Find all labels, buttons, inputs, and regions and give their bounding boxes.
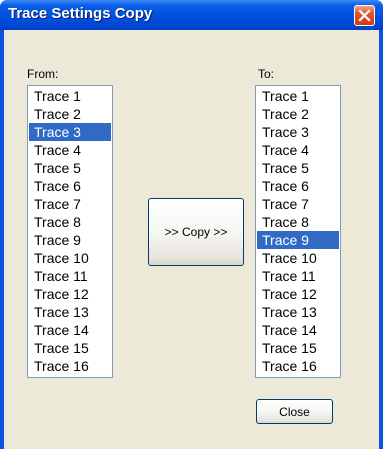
close-button[interactable]: Close xyxy=(256,399,333,424)
close-window-button[interactable] xyxy=(354,5,375,26)
from-label: From: xyxy=(27,67,59,81)
list-item[interactable]: Trace 9 xyxy=(29,231,111,249)
list-item[interactable]: Trace 7 xyxy=(29,195,111,213)
list-item[interactable]: Trace 10 xyxy=(257,249,339,267)
list-item[interactable]: Trace 13 xyxy=(29,303,111,321)
window-title: Trace Settings Copy xyxy=(8,5,153,22)
title-bar[interactable]: Trace Settings Copy xyxy=(0,0,383,30)
list-item[interactable]: Trace 6 xyxy=(257,177,339,195)
list-item[interactable]: Trace 1 xyxy=(257,87,339,105)
list-item[interactable]: Trace 5 xyxy=(257,159,339,177)
list-item[interactable]: Trace 8 xyxy=(29,213,111,231)
list-item[interactable]: Trace 12 xyxy=(29,285,111,303)
list-item[interactable]: Trace 12 xyxy=(257,285,339,303)
list-item[interactable]: Trace 2 xyxy=(29,105,111,123)
list-item[interactable]: Trace 2 xyxy=(257,105,339,123)
list-item[interactable]: Trace 16 xyxy=(257,357,339,375)
list-item[interactable]: Trace 16 xyxy=(29,357,111,375)
list-item[interactable]: Trace 4 xyxy=(257,141,339,159)
to-label: To: xyxy=(258,67,275,81)
list-item[interactable]: Trace 8 xyxy=(257,213,339,231)
list-item[interactable]: Trace 11 xyxy=(29,267,111,285)
list-item[interactable]: Trace 11 xyxy=(257,267,339,285)
to-listbox[interactable]: Trace 1 Trace 2 Trace 3 Trace 4 Trace 5 Trace… xyxy=(255,85,341,378)
list-item[interactable]: Trace 7 xyxy=(257,195,339,213)
list-item[interactable]: Trace 14 xyxy=(257,321,339,339)
list-item[interactable]: Trace 3 xyxy=(257,123,339,141)
close-icon xyxy=(358,9,371,22)
dialog-window: Trace Settings Copy From: Trace 1 Trace 2… xyxy=(0,0,383,449)
list-item[interactable]: Trace 9 xyxy=(257,231,339,249)
dialog-client-area: From: Trace 1 Trace 2 Trace 3 Trace 4 Trace … xyxy=(4,30,379,449)
list-item[interactable]: Trace 15 xyxy=(257,339,339,357)
list-item[interactable]: Trace 5 xyxy=(29,159,111,177)
list-item[interactable]: Trace 13 xyxy=(257,303,339,321)
copy-button[interactable]: >> Copy >> xyxy=(148,198,244,266)
list-item[interactable]: Trace 6 xyxy=(29,177,111,195)
list-item[interactable]: Trace 10 xyxy=(29,249,111,267)
list-item[interactable]: Trace 14 xyxy=(29,321,111,339)
list-item[interactable]: Trace 1 xyxy=(29,87,111,105)
from-listbox[interactable]: Trace 1 Trace 2 Trace 3 Trace 4 Trace 5 Trace… xyxy=(27,85,113,378)
list-item[interactable]: Trace 4 xyxy=(29,141,111,159)
list-item[interactable]: Trace 15 xyxy=(29,339,111,357)
list-item[interactable]: Trace 3 xyxy=(29,123,111,141)
